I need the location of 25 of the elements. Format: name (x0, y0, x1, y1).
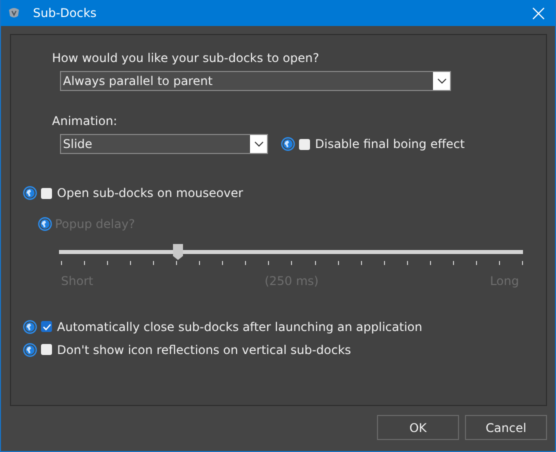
checkbox[interactable] (299, 138, 310, 150)
globe-icon[interactable] (23, 342, 37, 356)
globe-icon[interactable] (281, 137, 295, 151)
question-label: How would you like your sub-docks to open? (52, 51, 320, 65)
checkbox-label: Open sub-docks on mouseover (57, 186, 244, 200)
window-title: Sub-Docks (33, 6, 98, 20)
close-icon[interactable] (532, 6, 545, 20)
checkbox[interactable] (41, 321, 52, 332)
slider[interactable] (59, 243, 523, 261)
ok-button[interactable]: OK (377, 415, 459, 440)
caret-icon (436, 78, 446, 84)
checkbox-label: Automatically close sub-docks after launching an application (57, 320, 422, 334)
checkbox-label: Don't show icon reflections on vertical sub-docks (57, 342, 352, 356)
dropdown[interactable]: Always parallel to parent (60, 71, 451, 91)
cancel-button[interactable]: Cancel (465, 415, 547, 440)
checkbox[interactable] (41, 344, 52, 355)
globe-icon[interactable] (38, 217, 52, 231)
checkbox[interactable] (41, 188, 52, 198)
globe-icon[interactable] (23, 186, 37, 200)
caret-icon (254, 141, 264, 147)
globe-icon[interactable] (23, 320, 37, 334)
checkbox-label: Disable final boing effect (315, 137, 465, 151)
dropdown[interactable]: Slide (60, 134, 268, 154)
app-icon (7, 6, 21, 20)
animation-label: Animation: (52, 114, 118, 128)
